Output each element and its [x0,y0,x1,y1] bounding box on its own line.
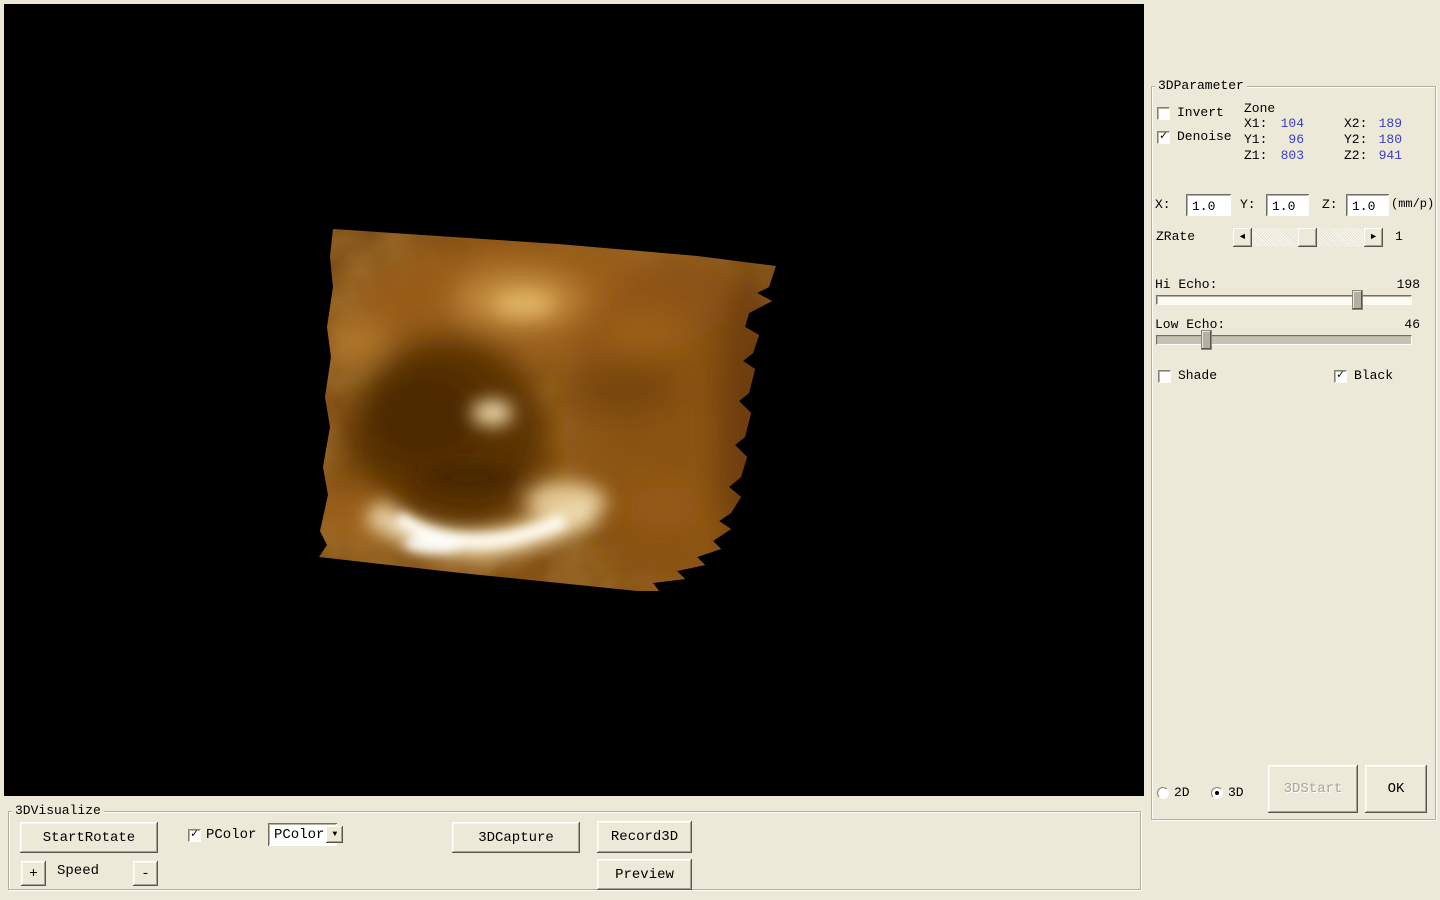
param-groupbox-title: 3DParameter [1155,79,1247,92]
radio-2d[interactable] [1157,787,1169,799]
pcolor-checkbox[interactable]: ✓ [188,827,201,842]
render-viewport[interactable] [4,4,1144,796]
speed-minus-button[interactable]: - [133,861,158,886]
ultrasound-render [4,4,1144,796]
zone-x1-label: X1: [1244,116,1268,131]
invert-label: Invert [1177,105,1224,120]
shade-checkbox[interactable]: ✓ [1158,370,1171,383]
low-echo-value: 46 [1404,317,1420,332]
low-echo-slider-thumb[interactable] [1201,330,1212,350]
zone-z1-label: Z1: [1244,148,1268,163]
capture-3d-button[interactable]: 3DCapture [452,822,580,853]
zone-y2-value: 180 [1378,132,1402,147]
record-3d-button[interactable]: Record3D [597,821,692,853]
zone-z1-value: 803 [1280,148,1304,163]
zrate-left-arrow-button[interactable]: ◄ [1233,228,1252,247]
visualize-groupbox-title: 3DVisualize [12,804,104,817]
pcolor-combobox-value: PColor [274,826,325,843]
zrate-thumb[interactable] [1298,228,1317,247]
hi-echo-label: Hi Echo: [1155,277,1218,292]
low-echo-slider[interactable] [1156,335,1412,345]
zone-x2-label: X2: [1344,116,1368,131]
zone-x2-value: 189 [1378,116,1402,131]
preview-button[interactable]: Preview [597,859,692,890]
low-echo-label: Low Echo: [1155,317,1226,332]
zone-z2-label: Z2: [1344,148,1368,163]
speed-plus-button[interactable]: + [21,861,46,886]
start3d-button[interactable]: 3DStart [1268,765,1358,813]
x-scale-input[interactable] [1186,194,1231,216]
z-scale-input[interactable] [1346,194,1389,216]
y-scale-label: Y: [1240,197,1256,212]
zrate-scrollbar: ◄ ► [1233,228,1383,247]
checkmark-icon: ✓ [1336,368,1345,382]
zone-y2-label: Y2: [1344,132,1368,147]
arrow-right-icon: ► [1370,232,1377,242]
radio-3d[interactable] [1211,787,1223,799]
zone-title: Zone [1244,101,1276,116]
ok-button[interactable]: OK [1365,765,1427,813]
radio-3d-label: 3D [1228,785,1244,800]
invert-checkbox[interactable]: ✓ [1157,107,1170,120]
denoise-checkbox[interactable]: ✓ [1157,129,1170,144]
y-scale-input[interactable] [1266,194,1309,216]
checkmark-icon: ✓ [190,827,199,841]
black-label: Black [1354,368,1394,383]
checkmark-icon: ✓ [1159,129,1168,143]
black-checkbox[interactable]: ✓ [1334,368,1347,383]
zrate-label: ZRate [1156,229,1196,244]
pcolor-label: PColor [206,827,257,843]
hi-echo-value: 198 [1396,277,1420,292]
zone-x1-value: 104 [1280,116,1304,131]
start-rotate-button[interactable]: StartRotate [20,822,158,853]
pcolor-dropdown-button[interactable]: ▼ [326,826,344,843]
shade-label: Shade [1178,368,1218,383]
hi-echo-slider-thumb[interactable] [1352,290,1363,310]
zone-z2-value: 941 [1378,148,1402,163]
pcolor-combobox[interactable]: PColor ▼ [268,823,344,846]
z-scale-label: Z: [1322,197,1338,212]
app-window: { "icons": { "check": "✓", "arrow_left":… [0,0,1440,900]
zrate-value: 1 [1395,229,1403,244]
zone-y1-value: 96 [1288,132,1304,147]
arrow-left-icon: ◄ [1239,232,1246,242]
speed-label: Speed [57,863,100,879]
zrate-right-arrow-button[interactable]: ► [1364,228,1383,247]
chevron-down-icon: ▼ [332,830,338,839]
scale-unit-label: (mm/p) [1391,197,1435,211]
zone-y1-label: Y1: [1244,132,1268,147]
radio-2d-label: 2D [1174,785,1190,800]
zrate-track[interactable] [1252,228,1364,247]
x-scale-label: X: [1155,197,1171,212]
denoise-label: Denoise [1177,129,1232,144]
hi-echo-slider[interactable] [1156,295,1412,305]
